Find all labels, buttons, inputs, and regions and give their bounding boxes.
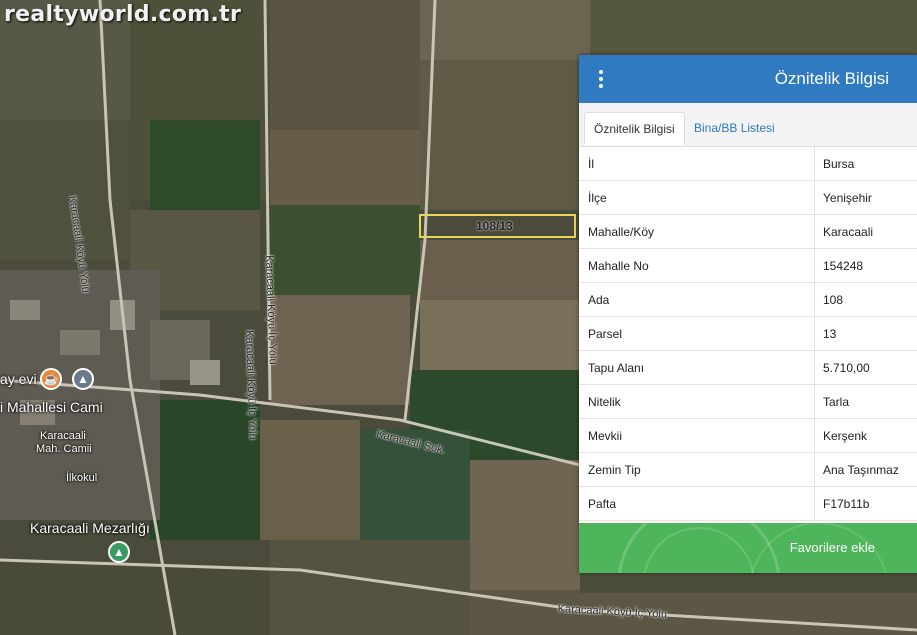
attribute-value: Yenişehir <box>814 180 917 215</box>
parcel-label: 108/13 <box>476 219 513 233</box>
place-label: Karacaali Mezarlığı <box>30 520 150 536</box>
attribute-value: 13 <box>814 316 917 351</box>
attribute-key: Pafta <box>579 486 815 521</box>
tab-attribute-info[interactable]: Öznitelik Bilgisi <box>584 112 685 145</box>
attribute-value: Ana Taşınmaz <box>814 452 917 487</box>
tab-building-list[interactable]: Bina/BB Listesi <box>685 112 784 145</box>
attribute-value: 154248 <box>814 248 917 283</box>
place-label: Mah. Camii <box>36 443 92 455</box>
attribute-value: 5.710,00 <box>814 350 917 385</box>
attribute-key: Nitelik <box>579 384 815 419</box>
attribute-key: İl <box>579 147 815 181</box>
attribute-row: Mahalle/Köy Karacaali <box>579 214 917 249</box>
add-to-favorites-button[interactable]: Favorilere ekle <box>579 523 917 573</box>
attribute-key: Ada <box>579 282 815 317</box>
watermark-logo: realtyworld.com.tr <box>4 2 242 27</box>
panel-title: Öznitelik Bilgisi <box>774 69 889 88</box>
attribute-key: Mahalle/Köy <box>579 214 815 249</box>
attribute-row: Pafta F17b11b <box>579 486 917 521</box>
attribute-value: Bursa <box>814 147 917 181</box>
place-label: Karacaali <box>40 430 86 442</box>
attribute-row: Ada 108 <box>579 282 917 317</box>
favorites-button-label: Favorilere ekle <box>789 540 875 555</box>
cemetery-poi-icon[interactable]: ▲ <box>108 541 130 563</box>
place-label: i Mahallesi Cami <box>0 399 103 415</box>
attribute-value: Kerşenk <box>814 418 917 453</box>
attribute-row: Nitelik Tarla <box>579 384 917 419</box>
more-vertical-icon[interactable] <box>597 70 605 88</box>
attribute-key: Mahalle No <box>579 248 815 283</box>
attribute-row: Tapu Alanı 5.710,00 <box>579 350 917 385</box>
attribute-row: Parsel 13 <box>579 316 917 351</box>
place-label: İlkokul <box>66 472 98 484</box>
attribute-key: Parsel <box>579 316 815 351</box>
attribute-key: Zemin Tip <box>579 452 815 487</box>
place-label: ay evi <box>0 371 37 387</box>
attribute-row: İl Bursa <box>579 147 917 181</box>
attribute-panel: Öznitelik Bilgisi Öznitelik Bilgisi Bina… <box>579 55 917 573</box>
mosque-poi-icon[interactable]: ▲ <box>72 368 94 390</box>
attribute-row: Zemin Tip Ana Taşınmaz <box>579 452 917 487</box>
panel-header: Öznitelik Bilgisi <box>579 55 917 103</box>
attribute-row: Mevkii Kerşenk <box>579 418 917 453</box>
panel-tabs: Öznitelik Bilgisi Bina/BB Listesi <box>579 103 917 147</box>
cafe-poi-icon[interactable]: ☕ <box>40 368 62 390</box>
attribute-key: Tapu Alanı <box>579 350 815 385</box>
attribute-value: 108 <box>814 282 917 317</box>
attribute-value: F17b11b <box>814 486 917 521</box>
attribute-key: İlçe <box>579 180 815 215</box>
attribute-row: Mahalle No 154248 <box>579 248 917 283</box>
attribute-value: Tarla <box>814 384 917 419</box>
attribute-table: İl Bursa İlçe Yenişehir Mahalle/Köy Karacaali… <box>579 147 917 521</box>
attribute-key: Mevkii <box>579 418 815 453</box>
attribute-row: İlçe Yenişehir <box>579 180 917 215</box>
attribute-value: Karacaali <box>814 214 917 249</box>
